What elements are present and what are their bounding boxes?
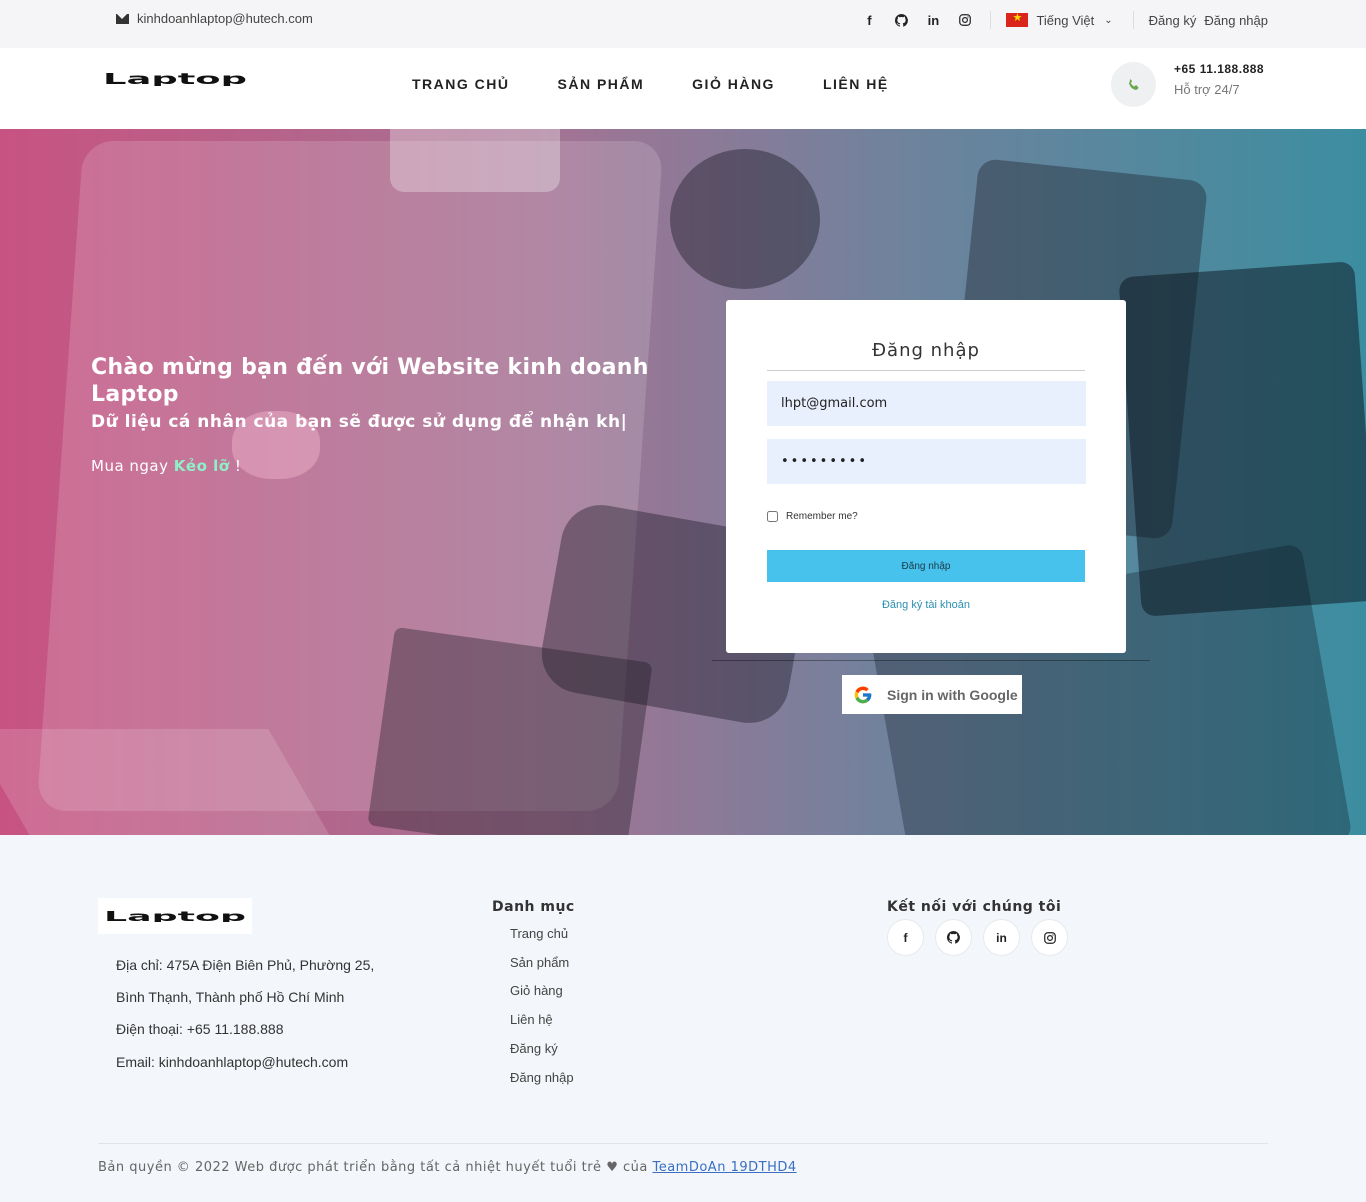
top-right-group: f in Tiếng Việt ⌄ Đăng ký Đăng nhập [860,11,1268,29]
footer-link-products[interactable]: Sản phẩm [510,955,569,970]
remember-label: Remember me? [786,511,858,522]
login-title: Đăng nhập [767,340,1085,371]
footer-instagram-icon[interactable] [1031,919,1068,956]
register-account-link[interactable]: Đăng ký tài khoản [767,599,1085,611]
footer-logo-text: Laptop [104,910,246,922]
footer-facebook-icon[interactable]: f [887,919,924,956]
cta-highlight: Kẻo lỡ [173,457,230,475]
hero-subtitle: Dữ liệu cá nhân của bạn sẽ được sử dụng … [91,412,628,432]
google-signin-button[interactable]: Sign in with Google [842,675,1022,714]
copyright: Bản quyền © 2022 Web được phát triển bằn… [98,1160,797,1175]
footer [0,835,1366,1202]
footer-address-line1: Địa chỉ: 475A Điện Biên Phủ, Phường 25, [116,957,375,973]
footer-link-register[interactable]: Đăng ký [510,1041,558,1056]
footer-link-contact[interactable]: Liên hệ [510,1012,553,1027]
heart-icon: ♥ [606,1160,619,1175]
divider [990,11,992,29]
hero-bg-shape [670,149,820,289]
hero-bg-shape [1118,261,1366,617]
language-label: Tiếng Việt [1036,12,1095,28]
nav-products[interactable]: SẢN PHẨM [558,76,645,92]
main-menu: TRANG CHỦ SẢN PHẨM GIỎ HÀNG LIÊN HỆ [412,76,889,92]
instagram-icon[interactable] [956,12,974,28]
logo-text: Laptop [103,72,247,86]
site-logo[interactable]: Laptop [103,72,247,86]
footer-logo-mark: Laptop [104,910,246,922]
nav-home[interactable]: TRANG CHỦ [412,76,510,92]
facebook-icon[interactable]: f [860,12,878,28]
footer-github-icon[interactable] [935,919,972,956]
footer-address-line2: Bình Thạnh, Thành phố Hồ Chí Minh [116,989,345,1005]
footer-link-login[interactable]: Đăng nhập [510,1070,574,1085]
contact-email[interactable]: kinhdoanhlaptop@hutech.com [116,11,313,26]
footer-divider [98,1143,1268,1144]
google-signin-label: Sign in with Google [887,686,1018,703]
vietnam-flag-icon [1006,11,1029,27]
password-field[interactable] [767,439,1086,484]
cta-suffix: ! [234,457,242,475]
top-bar: kinhdoanhlaptop@hutech.com f in Tiếng Vi… [0,0,1366,48]
copyright-text: Bản quyền © 2022 Web được phát triển bằn… [98,1160,602,1175]
team-link[interactable]: TeamDoAn 19DTHD4 [652,1160,796,1175]
language-select[interactable]: Tiếng Việt ⌄ [1006,11,1113,28]
hero-title: Chào mừng bạn đến với Website kinh doanh… [91,355,649,407]
support-phone: +65 11.188.888 [1174,62,1265,76]
top-social-links: f in [860,12,974,28]
footer-connect-title: Kết nối với chúng tôi [887,899,1062,915]
remember-checkbox[interactable] [767,511,778,522]
cta-prefix: Mua ngay [91,457,169,475]
footer-phone: Điện thoại: +65 11.188.888 [116,1021,284,1037]
chevron-down-icon: ⌄ [1104,14,1113,26]
divider [1132,11,1134,29]
footer-email: Email: kinhdoanhlaptop@hutech.com [116,1054,349,1070]
login-card: Đăng nhập Remember me? Đăng nhập Đăng ký… [726,300,1126,653]
login-link[interactable]: Đăng nhập [1204,13,1268,28]
github-icon[interactable] [892,12,910,28]
support-hours: Hỗ trợ 24/7 [1174,82,1240,97]
phone-icon[interactable] [1111,62,1156,107]
copyright-by: của [622,1160,648,1175]
auth-links: Đăng ký Đăng nhập [1149,13,1268,28]
hero-bg-shape [367,626,653,835]
footer-link-cart[interactable]: Giỏ hàng [510,983,563,998]
hero-cta-text: Mua ngay Kẻo lỡ ! [91,457,241,475]
contact-email-text: kinhdoanhlaptop@hutech.com [137,11,313,26]
register-link[interactable]: Đăng ký [1149,13,1197,28]
email-field[interactable] [767,381,1086,426]
hero-section: Chào mừng bạn đến với Website kinh doanh… [0,129,1366,835]
footer-logo[interactable]: Laptop [98,898,252,934]
footer-link-home[interactable]: Trang chủ [510,926,568,941]
remember-me[interactable]: Remember me? [767,511,858,522]
google-icon [854,686,872,703]
nav-contact[interactable]: LIÊN HỆ [823,76,889,92]
footer-categories-title: Danh mục [492,899,575,915]
linkedin-icon[interactable]: in [924,12,942,28]
hero-divider [712,660,1150,661]
nav-cart[interactable]: GIỎ HÀNG [692,76,775,92]
envelope-icon [116,13,129,24]
footer-linkedin-icon[interactable]: in [983,919,1020,956]
login-button[interactable]: Đăng nhập [767,550,1085,582]
